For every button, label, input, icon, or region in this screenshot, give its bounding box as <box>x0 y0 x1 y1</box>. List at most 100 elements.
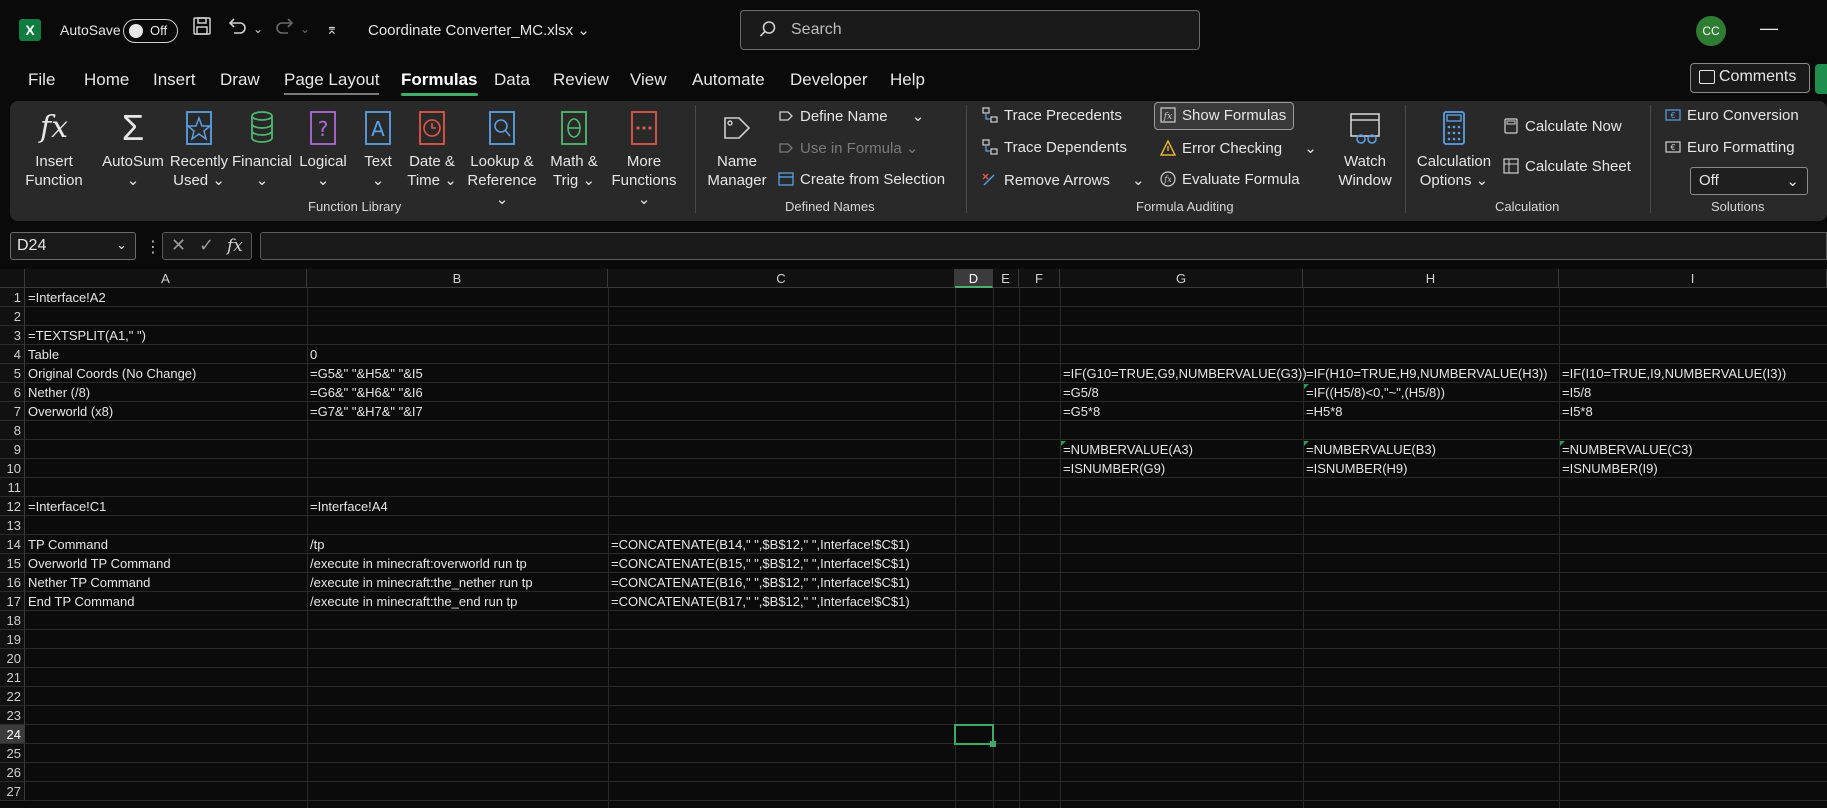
evaluate-formula-button[interactable]: fx Evaluate Formula <box>1160 171 1300 188</box>
column-header-h[interactable]: H <box>1303 269 1559 288</box>
fill-handle[interactable] <box>990 741 996 747</box>
calculate-now-button[interactable]: Calculate Now <box>1503 118 1622 135</box>
tab-file[interactable]: File <box>28 70 55 90</box>
row-header-7[interactable]: 7 <box>0 402 25 421</box>
cell-b16[interactable]: /execute in minecraft:the_nether run tp <box>307 573 533 592</box>
cell-a6[interactable]: Nether (/8) <box>25 383 90 402</box>
cell-a5[interactable]: Original Coords (No Change) <box>25 364 196 383</box>
recently-used-button[interactable]: Recently Used ⌄ <box>167 108 231 190</box>
cell-c17[interactable]: =CONCATENATE(B17," ",$B$12," ",Interface… <box>608 592 910 611</box>
tab-data[interactable]: Data <box>494 70 530 90</box>
row-header-21[interactable]: 21 <box>0 668 25 687</box>
row-header-9[interactable]: 9 <box>0 440 25 459</box>
cell-i9[interactable]: =NUMBERVALUE(C3) <box>1559 440 1693 459</box>
cell-a1[interactable]: =Interface!A2 <box>25 288 106 307</box>
row-header-27[interactable]: 27 <box>0 782 25 801</box>
column-header-d[interactable]: D <box>955 269 993 288</box>
row-header-14[interactable]: 14 <box>0 535 25 554</box>
row-header-26[interactable]: 26 <box>0 763 25 782</box>
cell-b5[interactable]: =G5&" "&H5&" "&I5 <box>307 364 423 383</box>
undo-icon[interactable] <box>226 16 248 43</box>
autosave-toggle[interactable]: Off <box>123 19 178 43</box>
row-header-15[interactable]: 15 <box>0 554 25 573</box>
cell-a4[interactable]: Table <box>25 345 59 364</box>
column-header-i[interactable]: I <box>1559 269 1827 288</box>
cell-b4[interactable]: 0 <box>307 345 317 364</box>
select-all-corner[interactable] <box>0 269 25 288</box>
math-trig-button[interactable]: Math & Trig ⌄ <box>544 108 604 190</box>
autosum-button[interactable]: Σ AutoSum ⌄ <box>98 108 168 190</box>
tab-automate[interactable]: Automate <box>692 70 765 90</box>
share-button-edge[interactable] <box>1815 64 1827 94</box>
row-header-8[interactable]: 8 <box>0 421 25 440</box>
insert-function-icon[interactable]: fx <box>227 236 243 256</box>
euro-conversion-button[interactable]: € Euro Conversion <box>1665 107 1799 124</box>
cell-a12[interactable]: =Interface!C1 <box>25 497 106 516</box>
row-header-22[interactable]: 22 <box>0 687 25 706</box>
more-functions-button[interactable]: More Functions ⌄ <box>604 108 684 209</box>
row-header-11[interactable]: 11 <box>0 478 25 497</box>
cell-i6[interactable]: =I5/8 <box>1559 383 1591 402</box>
undo-dropdown-icon[interactable]: ⌄ <box>253 16 263 42</box>
search-box[interactable] <box>740 10 1200 50</box>
worksheet-grid[interactable]: A B C D E F G H I 1 2 3 4 5 6 7 8 9 10 11 12 13 14 15 16 17 18 19 20… <box>0 269 1827 808</box>
cell-a15[interactable]: Overworld TP Command <box>25 554 171 573</box>
column-header-g[interactable]: G <box>1060 269 1303 288</box>
minimize-icon[interactable]: — <box>1760 18 1778 39</box>
cell-c15[interactable]: =CONCATENATE(B15," ",$B$12," ",Interface… <box>608 554 910 573</box>
euro-format-select[interactable]: Off ⌄ <box>1690 167 1808 195</box>
row-header-13[interactable]: 13 <box>0 516 25 535</box>
column-header-e[interactable]: E <box>993 269 1019 288</box>
customize-toolbar-icon[interactable]: ⌆ <box>326 16 338 42</box>
row-header-2[interactable]: 2 <box>0 307 25 326</box>
calculation-options-button[interactable]: Calculation Options ⌄ <box>1413 108 1495 190</box>
tab-draw[interactable]: Draw <box>220 70 260 90</box>
cell-g9[interactable]: =NUMBERVALUE(A3) <box>1060 440 1193 459</box>
create-from-selection-button[interactable]: Create from Selection <box>778 171 945 188</box>
row-header-10[interactable]: 10 <box>0 459 25 478</box>
remove-arrows-button[interactable]: Remove Arrows ⌄ <box>982 171 1145 189</box>
redo-icon[interactable] <box>274 16 296 43</box>
name-box[interactable]: D24 ⌄ <box>10 232 136 260</box>
row-header-23[interactable]: 23 <box>0 706 25 725</box>
tab-developer[interactable]: Developer <box>790 70 868 90</box>
insert-function-button[interactable]: fx Insert Function <box>22 108 86 190</box>
row-header-20[interactable]: 20 <box>0 649 25 668</box>
comments-button[interactable]: Comments <box>1690 63 1810 93</box>
tab-page-layout[interactable]: Page Layout <box>284 70 380 95</box>
row-header-3[interactable]: 3 <box>0 326 25 345</box>
cell-b12[interactable]: =Interface!A4 <box>307 497 388 516</box>
cell-h7[interactable]: =H5*8 <box>1303 402 1343 421</box>
trace-precedents-button[interactable]: Trace Precedents <box>982 107 1122 124</box>
financial-button[interactable]: Financial ⌄ <box>230 108 294 190</box>
redo-dropdown-icon[interactable]: ⌄ <box>300 16 310 42</box>
cell-c16[interactable]: =CONCATENATE(B16," ",$B$12," ",Interface… <box>608 573 910 592</box>
error-checking-button[interactable]: Error Checking ⌄ <box>1160 139 1317 157</box>
row-header-4[interactable]: 4 <box>0 345 25 364</box>
save-icon[interactable] <box>192 16 212 43</box>
define-name-button[interactable]: Define Name ⌄ <box>778 107 924 125</box>
column-header-c[interactable]: C <box>608 269 955 288</box>
row-header-17[interactable]: 17 <box>0 592 25 611</box>
cell-a17[interactable]: End TP Command <box>25 592 134 611</box>
row-header-19[interactable]: 19 <box>0 630 25 649</box>
tab-insert[interactable]: Insert <box>153 70 196 90</box>
name-manager-button[interactable]: Name Manager <box>704 108 770 190</box>
use-in-formula-button[interactable]: Use in Formula ⌄ <box>778 139 918 157</box>
date-time-button[interactable]: Date & Time ⌄ <box>404 108 460 190</box>
cell-a16[interactable]: Nether TP Command <box>25 573 150 592</box>
tab-formulas[interactable]: Formulas <box>401 70 478 96</box>
cell-a14[interactable]: TP Command <box>25 535 108 554</box>
row-header-1[interactable]: 1 <box>0 288 25 307</box>
cell-b7[interactable]: =G7&" "&H7&" "&I7 <box>307 402 423 421</box>
cell-b14[interactable]: /tp <box>307 535 324 554</box>
search-input[interactable] <box>791 20 1171 40</box>
trace-dependents-button[interactable]: Trace Dependents <box>982 139 1127 156</box>
cell-a3[interactable]: =TEXTSPLIT(A1," ") <box>25 326 146 345</box>
cell-h9[interactable]: =NUMBERVALUE(B3) <box>1303 440 1436 459</box>
cell-h6[interactable]: =IF((H5/8)<0,"~",(H5/8)) <box>1303 383 1445 402</box>
column-header-f[interactable]: F <box>1019 269 1060 288</box>
cell-i7[interactable]: =I5*8 <box>1559 402 1593 421</box>
cell-i10[interactable]: =ISNUMBER(I9) <box>1559 459 1658 478</box>
row-header-5[interactable]: 5 <box>0 364 25 383</box>
